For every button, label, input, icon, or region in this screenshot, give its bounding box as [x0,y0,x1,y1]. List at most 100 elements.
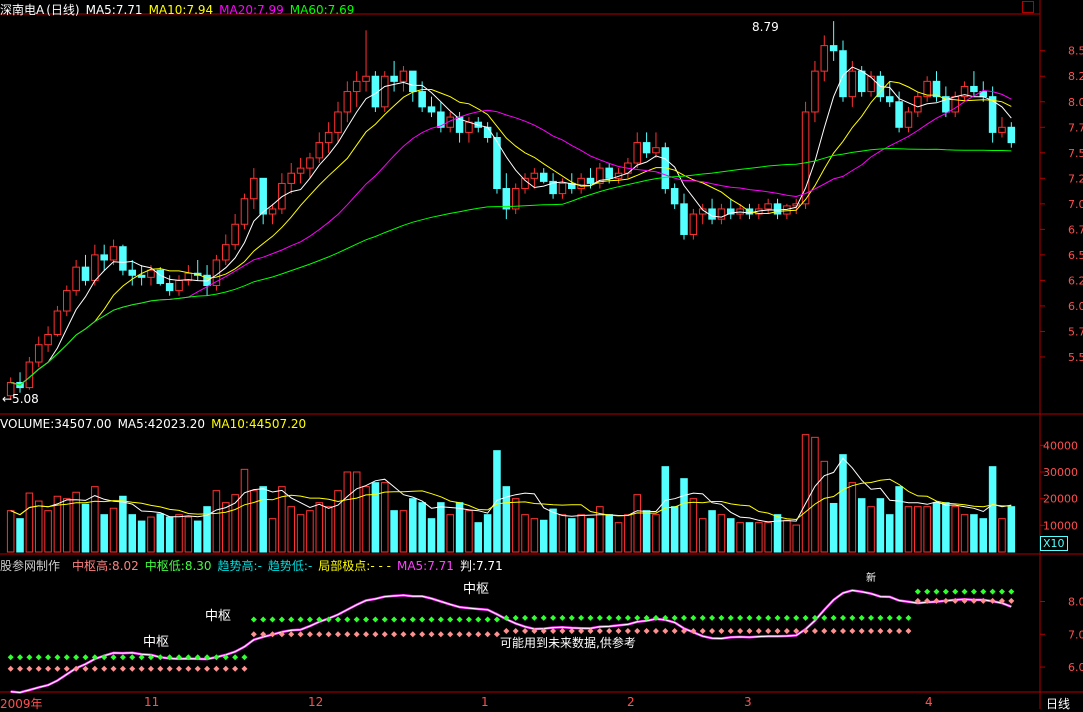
zhongshu-low-marker [372,631,379,638]
volume-bar [6,510,15,553]
volume-bar [764,522,772,553]
zhongshu-low-marker [428,631,435,638]
zhongshu-low-marker [176,665,183,672]
new-tag: 新 [866,573,876,584]
zhongshu-high-marker [428,616,435,623]
zhongshu-high-marker [839,614,846,621]
zhongshu-low-marker [157,665,164,672]
zhongshu-high-marker [886,614,893,621]
zhongshu-high-marker [297,616,304,623]
vol-tick-label: 30000 [1043,466,1078,479]
price-tick-label: 5.50 [1068,351,1083,364]
status-tab-daily[interactable]: 日线 [1046,695,1070,712]
volume-bar [371,482,380,553]
volume-bar [44,510,52,553]
zhongshu-low-marker [26,665,33,672]
candle-body [764,203,772,210]
ind-tick-label: 7.00 [1068,628,1083,641]
zhongshu-high-marker [924,588,931,595]
volume-bar [390,510,398,553]
stock-chart[interactable]: 8.50 8.25 8.00 7.75 7.50 7.25 7.00 6.75 6.50 6.25… [0,0,1083,709]
volume-bar [624,514,632,553]
volume-bar [914,506,922,553]
zhongshu-low-marker [297,631,304,638]
volume-bar [717,514,726,553]
vol-tick-label: 10000 [1043,519,1078,532]
candle-body [324,131,333,144]
stock-title: 深南电A [0,3,45,17]
price-tick-label: 6.50 [1068,249,1083,262]
candle-body [857,70,866,93]
volume-value: VOLUME:34507.00 [0,417,112,431]
volume-bar [128,514,137,553]
zhongshu-high-marker [344,616,351,623]
ma5-line [10,66,1012,386]
zhongshu-high-marker [989,588,996,595]
volume-bar [867,506,875,553]
volume-bar [446,514,454,553]
volume-bars [6,434,1016,553]
candle-body [287,172,296,184]
zhongshu-low-marker [222,665,229,672]
zhongshu-high-marker [512,614,519,621]
candle-body [502,188,511,210]
volume-bar [221,502,230,553]
candle-body [53,310,62,336]
vol-tick-label: 40000 [1043,439,1078,452]
volume-bar [801,434,810,553]
volume-bar [521,514,529,553]
volume-bar [857,498,866,553]
zhongshu-high-marker [606,614,613,621]
candle-body [801,111,810,205]
zhongshu-high-marker [896,614,903,621]
zhongshu-high-marker [129,654,136,661]
x10-badge[interactable]: X10 [1040,536,1068,551]
candle-body [268,208,277,215]
zhongshu-low-marker [232,665,239,672]
xaxis-label-3: 1 [481,695,489,709]
candle-body [932,80,941,98]
candle-body [998,126,1006,133]
candlestick-series [6,21,1016,400]
volume-bar [979,518,988,553]
zhongshu-high-marker [718,614,725,621]
volume-bar [698,518,707,553]
volume-bar [904,506,913,553]
zhongshu-high-marker [774,614,781,621]
xaxis-label-4: 2 [627,695,635,709]
zhongshu-low-marker [821,628,828,634]
candle-body [605,167,613,179]
candle-body [409,70,417,93]
candle-body [811,70,819,113]
zhongshu-low-marker [830,628,837,634]
volume-bar [409,498,417,553]
zhongshu-high-marker [531,614,538,621]
volume-bar [427,518,436,553]
zhongshu-low-marker [110,665,117,672]
zhongshu-high-marker [793,614,800,621]
candle-body [586,177,595,184]
zhongshu-high-marker [522,614,529,621]
close-box-icon[interactable] [1022,1,1034,13]
zhongshu-high-marker [437,616,444,623]
candle-body [119,246,127,271]
zhongshu-low-marker [363,631,370,638]
zhongshu-high-marker [334,616,341,623]
candle-body [418,91,426,108]
candle-body [633,142,642,164]
volume-bar [605,514,613,553]
volume-bar [642,510,651,553]
zhongshu-low-marker [82,665,89,672]
volume-bar [960,514,969,553]
zhongshu-high-marker [858,614,865,621]
zhongshu-low-marker [409,631,416,638]
ma20-line [10,89,1012,386]
zhongshu-low-marker [241,665,248,672]
candle-body [829,45,838,52]
zhongshu-low-marker [755,628,762,634]
volume-bar [259,486,267,553]
volume-bar [175,514,183,553]
volume-bar [530,518,539,553]
volume-bar [240,468,249,553]
zhongshu-low-marker [17,665,24,672]
